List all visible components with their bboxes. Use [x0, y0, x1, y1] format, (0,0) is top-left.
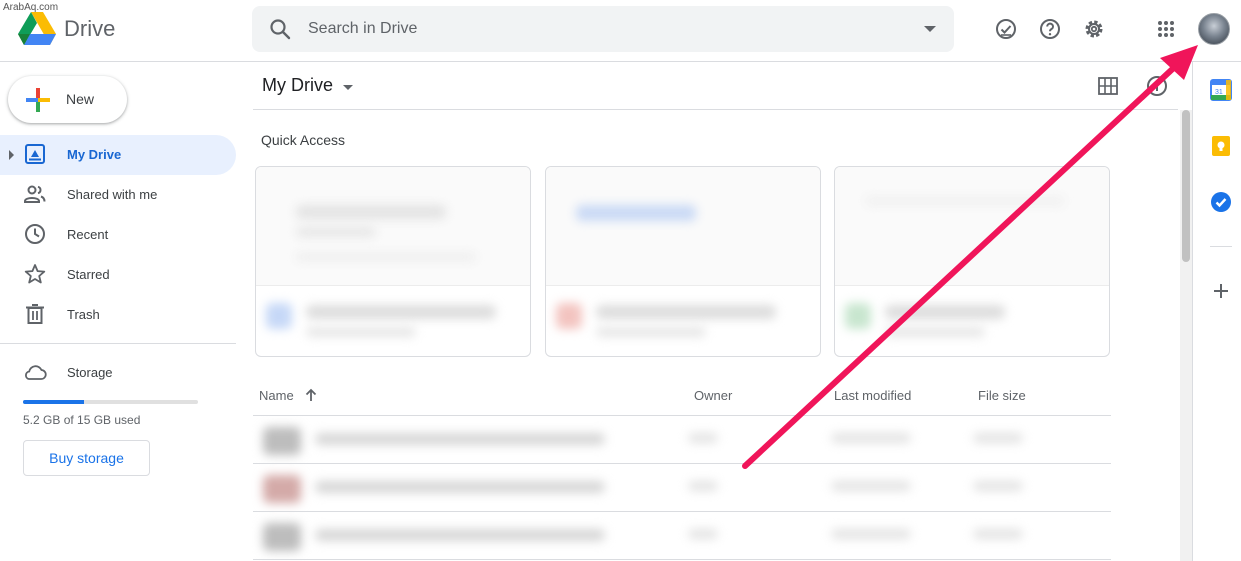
sidebar-divider — [0, 343, 236, 344]
storage-usage-fill — [23, 400, 84, 404]
app-name[interactable]: Drive — [64, 16, 115, 42]
page-title[interactable]: My Drive — [262, 75, 333, 96]
trash-icon — [26, 304, 44, 324]
sidebar-item-label: Recent — [67, 227, 109, 242]
column-header-name[interactable]: Name — [259, 388, 294, 403]
table-row[interactable] — [253, 513, 1048, 559]
search-icon[interactable] — [268, 17, 292, 41]
calendar-icon[interactable]: 31 — [1210, 79, 1232, 101]
expand-arrow-icon[interactable] — [9, 150, 14, 160]
ready-offline-icon[interactable] — [994, 17, 1018, 41]
drive-logo-icon[interactable] — [18, 12, 56, 46]
quick-access-card[interactable] — [255, 166, 531, 357]
sidebar-item-starred[interactable]: Starred — [0, 255, 236, 295]
sidebar-item-shared-with-me[interactable]: Shared with me — [0, 175, 236, 215]
scrollbar-thumb[interactable] — [1182, 110, 1190, 262]
row-divider — [253, 463, 1111, 464]
main-scrollbar[interactable] — [1180, 110, 1192, 561]
table-row[interactable] — [253, 465, 1048, 511]
settings-gear-icon[interactable] — [1082, 17, 1106, 41]
quick-access-card[interactable] — [834, 166, 1110, 357]
sort-ascending-arrow-icon[interactable] — [303, 387, 319, 403]
search-options-dropdown-icon[interactable] — [924, 26, 936, 32]
storage-used-text: 5.2 GB of 15 GB used — [23, 413, 141, 427]
file-thumbnail — [256, 167, 530, 285]
column-header-owner[interactable]: Owner — [694, 388, 732, 403]
table-header-divider — [253, 415, 1111, 416]
sidebar-item-recent[interactable]: Recent — [0, 215, 236, 255]
search-bar[interactable] — [252, 6, 954, 52]
sidebar-item-label: Shared with me — [67, 187, 158, 202]
account-avatar[interactable] — [1198, 13, 1230, 45]
keep-icon[interactable] — [1210, 135, 1232, 157]
plus-icon — [26, 88, 50, 112]
cloud-icon — [25, 365, 47, 380]
star-icon — [24, 264, 46, 284]
watermark: ArabAq.com — [3, 2, 59, 13]
quick-access-title: Quick Access — [261, 132, 346, 148]
sidebar-item-my-drive[interactable]: My Drive — [0, 135, 236, 175]
side-panel-divider — [1210, 246, 1232, 247]
top-bar: Drive — [0, 0, 1241, 62]
storage-usage-bar — [23, 400, 198, 404]
new-button[interactable]: New — [8, 76, 127, 123]
quick-access-card[interactable] — [545, 166, 821, 357]
my-drive-icon — [25, 144, 45, 164]
people-icon — [24, 185, 46, 203]
column-header-file-size[interactable]: File size — [978, 388, 1026, 403]
svg-text:31: 31 — [1215, 89, 1223, 96]
sidebar-item-trash[interactable]: Trash — [0, 295, 236, 335]
google-apps-grid-icon[interactable] — [1154, 17, 1178, 41]
grid-view-icon[interactable] — [1097, 76, 1119, 96]
file-thumbnail — [835, 167, 1109, 285]
sidebar-item-label: My Drive — [67, 147, 122, 162]
chevron-down-icon[interactable] — [343, 85, 353, 90]
side-panel: 31 — [1192, 62, 1241, 561]
column-header-last-modified[interactable]: Last modified — [834, 388, 911, 403]
sidebar-item-label: Trash — [67, 307, 100, 322]
row-divider — [253, 559, 1111, 560]
buy-storage-button[interactable]: Buy storage — [23, 440, 150, 476]
add-icon[interactable] — [1210, 280, 1232, 302]
row-divider — [253, 511, 1111, 512]
sidebar-item-label: Starred — [67, 267, 110, 282]
table-row[interactable] — [253, 417, 1048, 463]
main-header-divider — [253, 109, 1178, 110]
tasks-icon[interactable] — [1210, 191, 1232, 213]
clock-icon — [25, 224, 45, 244]
search-input[interactable] — [308, 16, 868, 42]
new-button-label: New — [66, 91, 95, 107]
storage-label[interactable]: Storage — [67, 365, 113, 380]
file-thumbnail — [546, 167, 820, 285]
help-icon[interactable] — [1038, 17, 1062, 41]
info-icon[interactable] — [1145, 74, 1169, 98]
